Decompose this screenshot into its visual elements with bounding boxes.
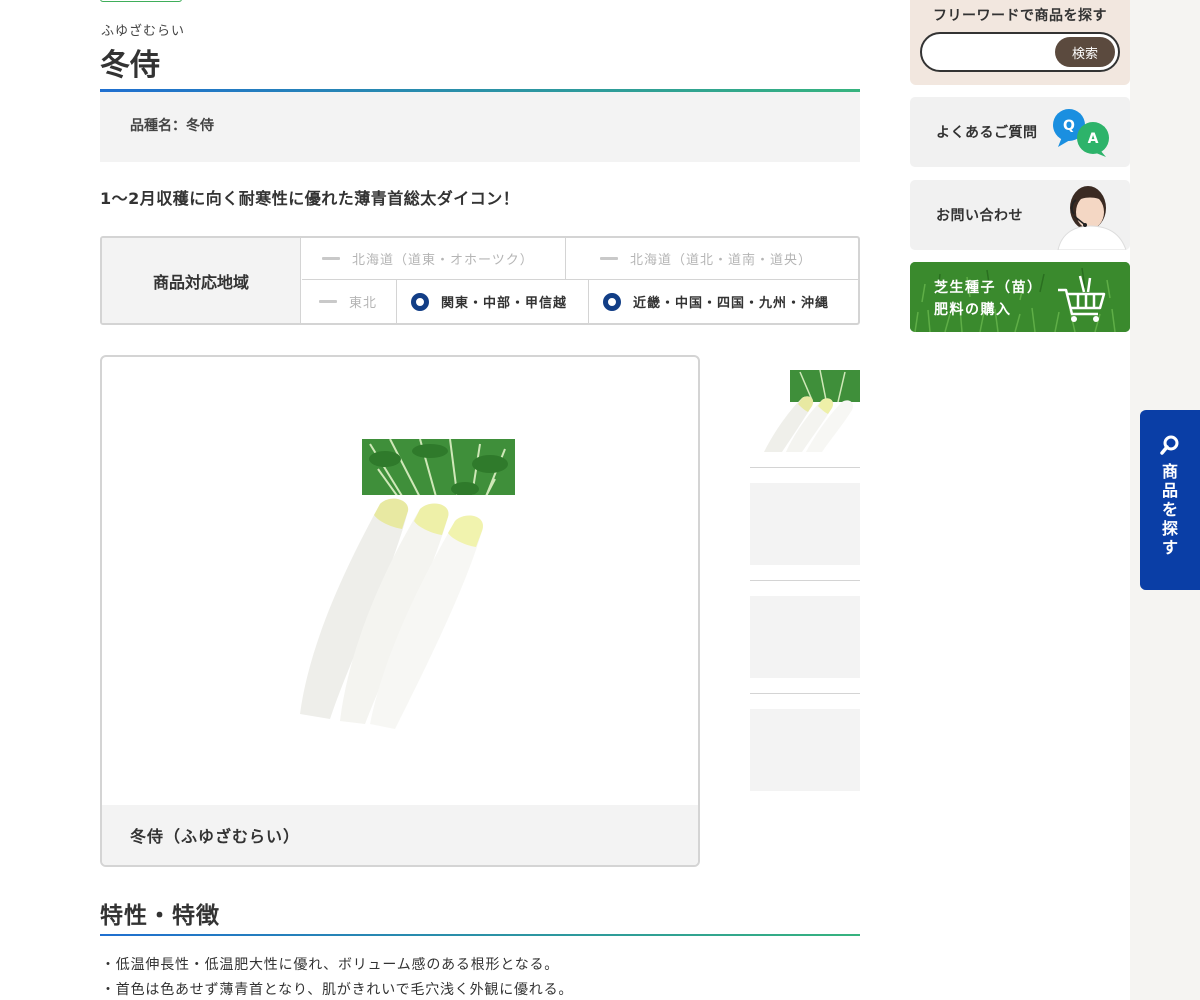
- search-box: 検索: [920, 32, 1120, 72]
- search-panel: フリーワードで商品を探す 検索: [910, 0, 1130, 85]
- feature-item: ・首色は色あせず薄青首となり、肌がきれいで毛穴浅く外観に優れる。: [101, 982, 574, 998]
- region-hokkaido-east: 北海道（道東・オホーツク）: [302, 238, 566, 279]
- turf-purchase-link[interactable]: 芝生種子（苗） 肥料の購入: [910, 262, 1130, 332]
- region-hokkaido-central: 北海道（道北・道南・道央）: [566, 238, 858, 279]
- region-table-header: 商品対応地域: [102, 238, 301, 323]
- faq-label: よくあるご質問: [936, 125, 1038, 141]
- features-heading: 特性・特徴: [100, 903, 220, 929]
- daikon-thumbnail: [764, 370, 860, 452]
- thumbnail-divider: [750, 580, 860, 581]
- region-label: 近畿・中国・四国・九州・沖縄: [633, 296, 830, 311]
- thumbnail[interactable]: [750, 709, 860, 791]
- search-button[interactable]: 検索: [1055, 37, 1115, 67]
- available-circle-icon: [411, 292, 429, 311]
- variety-box: 品種名：冬侍: [100, 92, 860, 162]
- search-products-tab[interactable]: 商品を探す: [1140, 410, 1200, 590]
- contact-link[interactable]: お問い合わせ: [910, 180, 1130, 250]
- turf-text: 芝生種子（苗） 肥料の購入: [934, 277, 1043, 321]
- thumbnail[interactable]: [750, 483, 860, 565]
- qa-bubble-icon: Q A: [1053, 109, 1109, 157]
- region-label: 北海道（道東・オホーツク）: [352, 253, 534, 268]
- feature-item: ・低温伸長性・低温肥大性に優れ、ボリューム感のある根形となる。: [101, 957, 560, 973]
- photo-caption: 冬侍（ふゆざむらい）: [102, 805, 698, 865]
- region-label: 東北: [349, 296, 378, 311]
- cart-icon: [1058, 275, 1106, 322]
- page-title: 冬侍: [100, 48, 160, 83]
- search-input[interactable]: [936, 42, 1052, 62]
- thumbnail-divider: [750, 467, 860, 468]
- turf-line-2: 肥料の購入: [934, 302, 1012, 318]
- region-label: 北海道（道北・道南・道央）: [630, 253, 813, 268]
- features-underline: [100, 934, 860, 936]
- thumbnail-divider: [750, 693, 860, 694]
- unavailable-dash-icon: [322, 257, 340, 260]
- available-circle-icon: [603, 292, 621, 311]
- region-tohoku: 東北: [302, 280, 397, 323]
- operator-headset-icon: [1057, 186, 1127, 250]
- region-row: 北海道（道東・オホーツク） 北海道（道北・道南・道央）: [302, 238, 858, 280]
- page: ふゆざむらい 冬侍 品種名：冬侍 1〜2月収穫に向く耐寒性に優れた薄青首総太ダイ…: [0, 0, 1130, 1000]
- unavailable-dash-icon: [600, 257, 618, 260]
- qa-a-letter: A: [1088, 131, 1099, 147]
- unavailable-dash-icon: [319, 300, 337, 303]
- thumbnail[interactable]: [750, 370, 860, 452]
- variety-name: 品種名：冬侍: [130, 118, 214, 134]
- region-kanto: 関東・中部・甲信越: [397, 280, 589, 323]
- qa-q-letter: Q: [1063, 118, 1075, 134]
- product-ruby: ふゆざむらい: [101, 24, 186, 39]
- top-tab-edge: [100, 0, 182, 2]
- thumbnail[interactable]: [750, 596, 860, 678]
- contact-label: お問い合わせ: [936, 208, 1023, 224]
- region-row: 東北 関東・中部・甲信越 近畿・中国・四国・九州・沖縄: [302, 280, 858, 323]
- faq-link[interactable]: よくあるご質問 Q A: [910, 97, 1130, 167]
- region-table: 商品対応地域 北海道（道東・オホーツク） 北海道（道北・道南・道央） 東北 関東…: [100, 236, 860, 325]
- daikon-image: [300, 439, 515, 729]
- region-kinki: 近畿・中国・四国・九州・沖縄: [589, 280, 858, 323]
- search-title: フリーワードで商品を探す: [933, 8, 1107, 24]
- turf-line-1: 芝生種子（苗）: [934, 280, 1043, 296]
- search-icon: [1160, 435, 1179, 455]
- region-label: 関東・中部・甲信越: [441, 296, 568, 311]
- catchcopy: 1〜2月収穫に向く耐寒性に優れた薄青首総太ダイコン！: [100, 189, 520, 208]
- main-photo[interactable]: 冬侍（ふゆざむらい）: [100, 355, 700, 867]
- search-products-label: 商品を探す: [1161, 462, 1178, 557]
